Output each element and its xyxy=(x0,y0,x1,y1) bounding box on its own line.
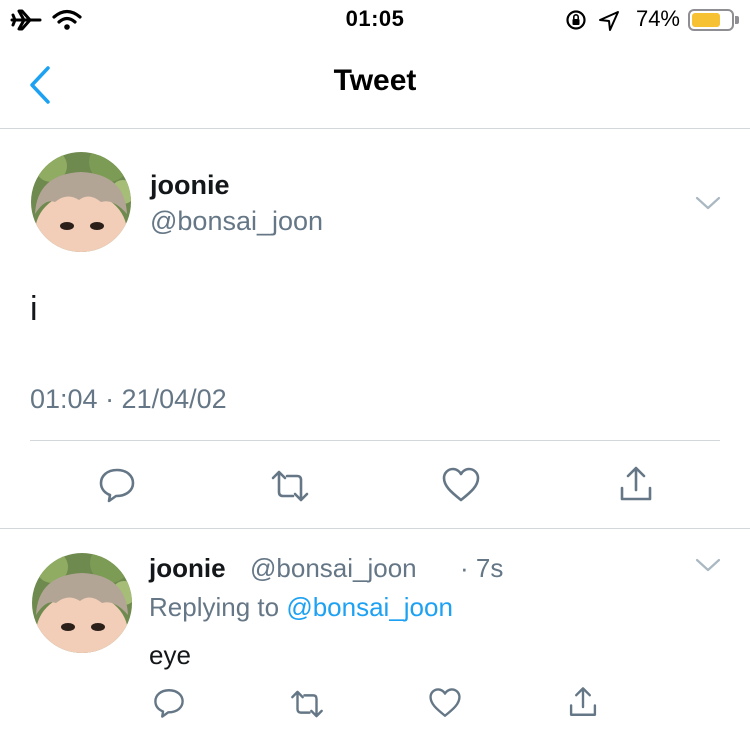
reply-like-icon[interactable] xyxy=(428,686,462,720)
replying-to: Replying to @bonsai_joon xyxy=(149,592,453,623)
reply-avatar[interactable] xyxy=(32,553,132,653)
battery-level xyxy=(692,13,720,27)
tweet-inner-divider xyxy=(30,440,720,441)
location-icon xyxy=(599,11,619,31)
reply-text: eye xyxy=(149,640,191,670)
share-icon[interactable] xyxy=(616,464,656,504)
section-divider xyxy=(0,528,750,529)
reply-icon[interactable] xyxy=(97,466,137,504)
replying-to-link[interactable]: @bonsai_joon xyxy=(286,592,453,622)
tweet-timestamp: 01:04 · 21/04/02 xyxy=(30,384,227,414)
reply-reply-icon[interactable] xyxy=(152,686,186,720)
tweet-action-bar xyxy=(0,460,750,510)
chevron-down-icon[interactable] xyxy=(694,194,722,212)
reply-author-name[interactable]: joonie xyxy=(149,553,226,584)
replying-prefix: Replying to xyxy=(149,592,287,622)
tweet-text: i xyxy=(30,290,38,328)
author-name[interactable]: joonie xyxy=(150,170,230,201)
reply-retweet-icon[interactable] xyxy=(288,688,326,720)
battery-tip xyxy=(735,16,739,24)
retweet-icon[interactable] xyxy=(268,468,312,504)
battery-percent: 74% xyxy=(635,6,680,31)
orientation-lock-icon xyxy=(566,10,586,30)
reply-time: · 7s xyxy=(460,553,504,583)
page-title: Tweet xyxy=(333,64,417,97)
reply-author-handle[interactable]: @bonsai_joon xyxy=(250,553,417,584)
battery-icon xyxy=(688,9,734,31)
author-handle[interactable]: @bonsai_joon xyxy=(150,206,323,237)
reply-action-bar xyxy=(0,682,750,728)
status-bar: 01:05 74% xyxy=(0,0,750,40)
nav-divider xyxy=(0,128,750,129)
reply-chevron-down-icon[interactable] xyxy=(694,556,722,574)
reply-share-icon[interactable] xyxy=(566,684,600,720)
like-icon[interactable] xyxy=(441,466,481,504)
avatar[interactable] xyxy=(31,152,131,252)
